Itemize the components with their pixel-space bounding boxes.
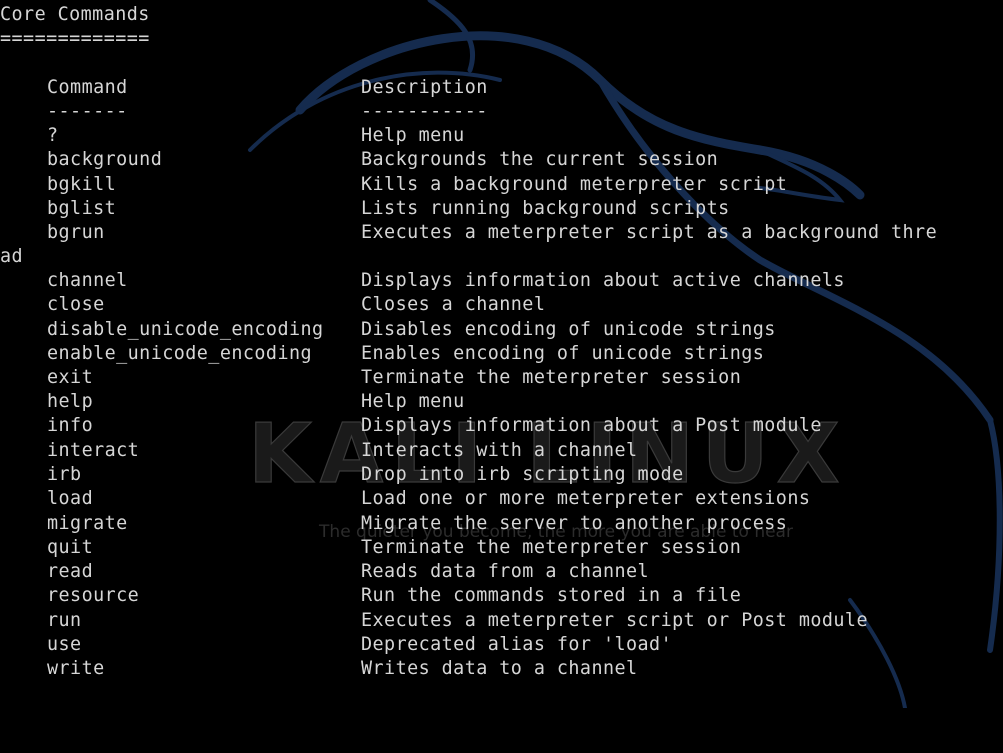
command-name: irb — [47, 464, 82, 485]
command-name: info — [47, 415, 94, 436]
command-name: exit — [47, 367, 94, 388]
command-description: Displays information about active channe… — [361, 270, 845, 291]
command-description: Help menu — [361, 125, 465, 146]
table-row: write Writes data to a channel — [0, 657, 637, 681]
command-name: close — [47, 294, 105, 315]
separator-description: ----------- — [361, 101, 488, 122]
command-description: Terminate the meterpreter session — [361, 537, 742, 558]
command-name: channel — [47, 270, 128, 291]
command-description: Load one or more meterpreter extensions — [361, 488, 811, 509]
command-name: use — [47, 634, 82, 655]
table-row: help Help menu — [0, 390, 464, 414]
command-name: migrate — [47, 513, 128, 534]
section-title: Core Commands — [0, 4, 150, 25]
command-description: Reads data from a channel — [361, 561, 650, 582]
command-description: Help menu — [361, 391, 465, 412]
wrapped-line-tail: ad — [0, 246, 24, 267]
command-name: help — [47, 391, 94, 412]
table-row: use Deprecated alias for 'load' — [0, 633, 672, 657]
command-description: Closes a channel — [361, 294, 546, 315]
table-row: resource Run the commands stored in a fi… — [0, 584, 741, 608]
table-row: bgrun Executes a meterpreter script as a… — [0, 221, 937, 245]
command-name: bgkill — [47, 174, 117, 195]
command-name: quit — [47, 537, 94, 558]
command-description: Migrate the server to another process — [361, 513, 788, 534]
command-description: Backgrounds the current session — [361, 149, 719, 170]
table-row: close Closes a channel — [0, 293, 545, 317]
command-description: Kills a background meterpreter script — [361, 174, 788, 195]
command-description: Run the commands stored in a file — [361, 585, 742, 606]
command-description: Terminate the meterpreter session — [361, 367, 742, 388]
table-row: migrate Migrate the server to another pr… — [0, 512, 787, 536]
command-description: Lists running background scripts — [361, 198, 730, 219]
table-row: bgkill Kills a background meterpreter sc… — [0, 173, 787, 197]
table-row: background Backgrounds the current sessi… — [0, 148, 718, 172]
command-name: disable_unicode_encoding — [47, 319, 324, 340]
command-description: Executes a meterpreter script as a backg… — [361, 222, 938, 243]
command-description: Displays information about a Post module — [361, 415, 822, 436]
command-description: Deprecated alias for 'load' — [361, 634, 673, 655]
command-name: bgrun — [47, 222, 105, 243]
table-row: bglist Lists running background scripts — [0, 197, 729, 221]
header-description: Description — [361, 77, 488, 98]
header-command: Command — [47, 77, 128, 98]
table-header: Command Description — [0, 76, 487, 100]
command-name: write — [47, 658, 105, 679]
section-underline: ============= — [0, 28, 150, 49]
table-row: read Reads data from a channel — [0, 560, 649, 584]
table-row: irb Drop into irb scripting mode — [0, 463, 683, 487]
command-name: bglist — [47, 198, 117, 219]
command-description: Enables encoding of unicode strings — [361, 343, 765, 364]
command-name: ? — [47, 125, 59, 146]
command-description: Disables encoding of unicode strings — [361, 319, 776, 340]
command-name: interact — [47, 440, 140, 461]
command-name: resource — [47, 585, 140, 606]
command-name: enable_unicode_encoding — [47, 343, 313, 364]
command-description: Drop into irb scripting mode — [361, 464, 684, 485]
table-row: info Displays information about a Post m… — [0, 414, 821, 438]
command-name: read — [47, 561, 94, 582]
table-row: load Load one or more meterpreter extens… — [0, 487, 810, 511]
command-name: background — [47, 149, 163, 170]
table-row: run Executes a meterpreter script or Pos… — [0, 609, 868, 633]
table-row: channel Displays information about activ… — [0, 269, 844, 293]
table-row: interact Interacts with a channel — [0, 439, 637, 463]
command-name: load — [47, 488, 94, 509]
separator-command: ------- — [47, 101, 128, 122]
table-row: quit Terminate the meterpreter session — [0, 536, 741, 560]
command-description: Executes a meterpreter script or Post mo… — [361, 610, 868, 631]
table-row: exit Terminate the meterpreter session — [0, 366, 741, 390]
command-description: Interacts with a channel — [361, 440, 638, 461]
table-row: enable_unicode_encoding Enables encoding… — [0, 342, 764, 366]
table-row: ? Help menu — [0, 124, 464, 148]
table-separator: ------- ----------- — [0, 100, 487, 124]
command-name: run — [47, 610, 82, 631]
terminal-output[interactable]: Core Commands ============= Command Desc… — [0, 0, 1003, 708]
command-description: Writes data to a channel — [361, 658, 638, 679]
table-row: disable_unicode_encoding Disables encodi… — [0, 318, 775, 342]
